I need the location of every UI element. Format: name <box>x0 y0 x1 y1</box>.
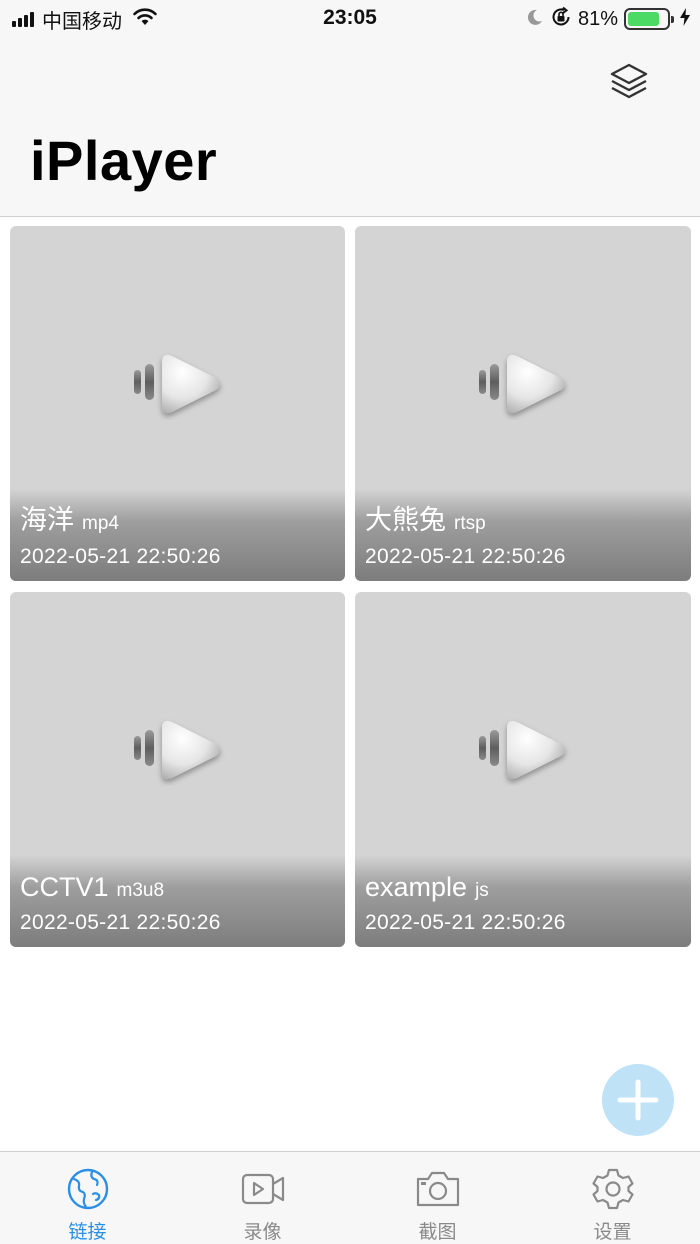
tab-label: 设置 <box>593 1222 632 1243</box>
orientation-lock-icon <box>550 6 572 33</box>
tab-screenshots[interactable]: 截图 <box>350 1152 525 1244</box>
card-date: 2022-05-21 22:50:26 <box>365 911 566 934</box>
card-title-row: example js <box>365 872 489 903</box>
play-icon <box>134 354 220 414</box>
card-type: mp4 <box>82 513 119 534</box>
play-icon <box>134 720 220 780</box>
card-date: 2022-05-21 22:50:26 <box>365 545 566 568</box>
play-icon <box>479 354 565 414</box>
nav-header: iPlayer <box>0 40 700 217</box>
layers-icon <box>610 63 648 99</box>
tab-label: 链接 <box>68 1222 107 1243</box>
card-name: example <box>365 872 468 902</box>
card-type: js <box>475 880 489 901</box>
status-right: 81% <box>526 6 690 32</box>
globe-icon <box>65 1166 111 1211</box>
gear-icon <box>590 1166 636 1211</box>
battery-percent: 81% <box>577 7 618 30</box>
play-icon <box>479 720 565 780</box>
card-name: 大熊兔 <box>365 505 446 535</box>
media-card-rabbit[interactable]: 大熊兔 rtsp 2022-05-21 22:50:26 <box>355 226 691 581</box>
media-card-example[interactable]: example js 2022-05-21 22:50:26 <box>355 592 691 947</box>
tab-label: 截图 <box>418 1222 457 1243</box>
card-title-row: 大熊兔 rtsp <box>365 498 486 537</box>
card-date: 2022-05-21 22:50:26 <box>20 911 221 934</box>
media-card-cctv1[interactable]: CCTV1 m3u8 2022-05-21 22:50:26 <box>10 592 345 947</box>
battery-fill <box>628 12 659 26</box>
video-icon <box>240 1166 286 1211</box>
tab-recordings[interactable]: 录像 <box>175 1152 350 1244</box>
tab-label: 录像 <box>243 1222 282 1243</box>
tab-links[interactable]: 链接 <box>0 1152 175 1244</box>
media-grid: 海洋 mp4 2022-05-21 22:50:26 大熊兔 rtsp 2022… <box>10 226 691 947</box>
tab-bar: 链接 录像 截图 设置 <box>0 1151 700 1244</box>
layers-button[interactable] <box>606 58 652 104</box>
plus-icon <box>617 1079 659 1121</box>
card-date: 2022-05-21 22:50:26 <box>20 545 221 568</box>
moon-icon <box>526 8 544 31</box>
media-card-ocean[interactable]: 海洋 mp4 2022-05-21 22:50:26 <box>10 226 345 581</box>
battery-icon <box>624 8 674 30</box>
charging-icon <box>680 7 690 31</box>
tab-settings[interactable]: 设置 <box>525 1152 700 1244</box>
card-name: CCTV1 <box>20 872 109 902</box>
card-type: rtsp <box>454 513 486 534</box>
card-name: 海洋 <box>20 505 74 535</box>
card-title-row: 海洋 mp4 <box>20 498 119 537</box>
camera-icon <box>415 1166 461 1211</box>
card-title-row: CCTV1 m3u8 <box>20 872 164 903</box>
add-button[interactable] <box>602 1064 674 1136</box>
card-type: m3u8 <box>116 880 165 901</box>
status-bar: 中国移动 23:05 81% <box>0 0 700 40</box>
page-title: iPlayer <box>30 129 218 192</box>
